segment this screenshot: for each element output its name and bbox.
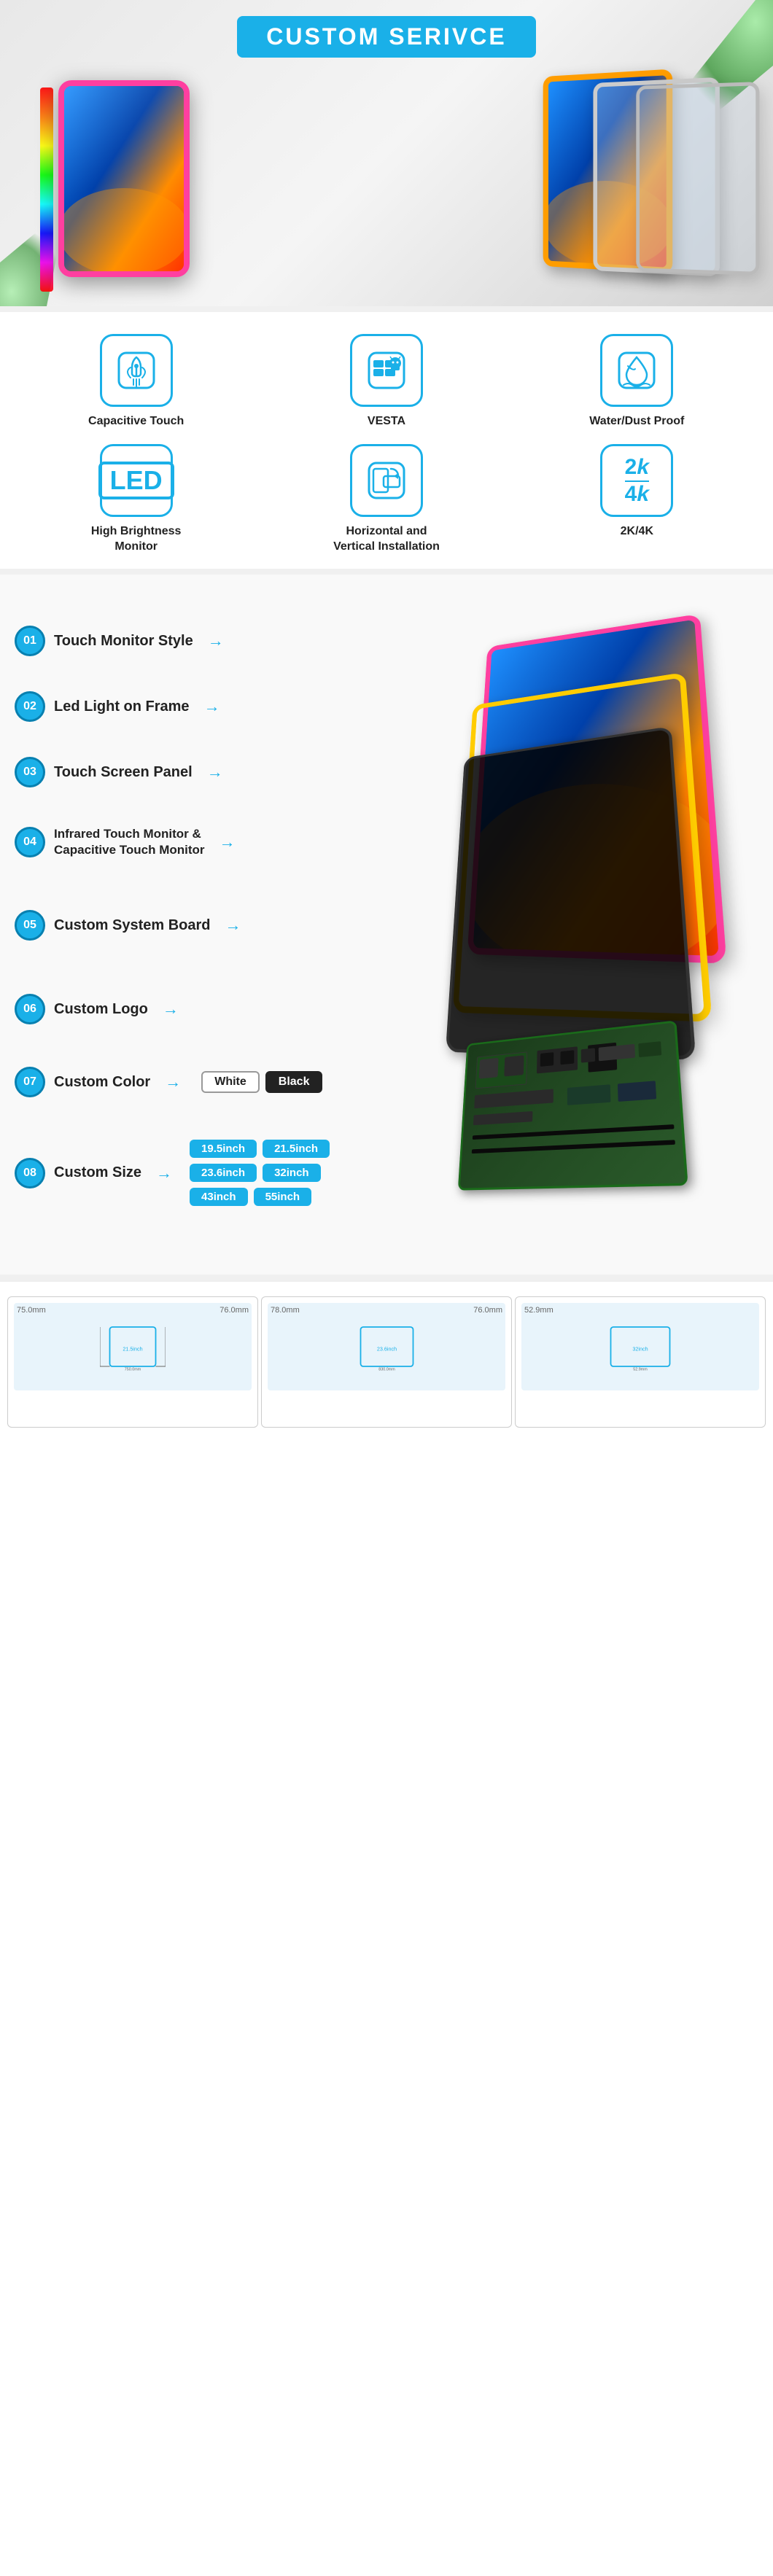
item-arrow-06: →: [163, 1000, 179, 1019]
exploded-inner: 01 Touch Monitor Style → 02 Led Light on…: [0, 596, 773, 1253]
device-layer-touch: [446, 726, 696, 1060]
item-arrow-08: →: [156, 1164, 172, 1183]
dim-svg-2: 23.6inch 830.0mm: [351, 1320, 423, 1373]
svg-text:23.6inch: 23.6inch: [376, 1346, 396, 1353]
vesta-icon: [363, 347, 410, 394]
item-label-03: Touch Screen Panel: [54, 764, 193, 781]
exploded-item-02: 02 Led Light on Frame →: [15, 691, 220, 722]
water-dust-label: Water/Dust Proof: [589, 414, 684, 429]
vesta-icon-box: [350, 334, 423, 407]
color-options: White Black: [201, 1071, 322, 1093]
item-number-08: 08: [15, 1158, 45, 1188]
led-icon-box: LED: [100, 444, 173, 517]
svg-text:750.0mm: 750.0mm: [125, 1368, 141, 1372]
rgb-strip: [40, 87, 53, 292]
exploded-item-01: 01 Touch Monitor Style →: [15, 626, 224, 656]
item-number-03: 03: [15, 757, 45, 787]
dim-panel-1: 750.0mm 21.5inch 75.0mm 76.0mm: [7, 1296, 258, 1428]
water-drop-icon: [613, 347, 660, 394]
features-section: Capacitive Touch: [0, 312, 773, 569]
size-options: 19.5inch 21.5inch 23.6inch 32inch 43inch…: [190, 1140, 350, 1206]
svg-text:32inch: 32inch: [632, 1346, 648, 1353]
exploded-item-07: 07 Custom Color → White Black: [15, 1067, 322, 1097]
dim-svg-3: 32inch 52.9mm: [601, 1320, 680, 1373]
resolution-icon-box: 2k 4k: [600, 444, 673, 517]
feature-led-monitor: LED High Brightness Monitor: [15, 444, 257, 555]
water-dust-icon-box: [600, 334, 673, 407]
color-badge-white: White: [201, 1071, 260, 1093]
resolution-icon: 2k 4k: [625, 455, 649, 506]
rotate-icon: [363, 457, 410, 504]
size-badge-55: 55inch: [254, 1188, 312, 1206]
item-number-07: 07: [15, 1067, 45, 1097]
size-badge-195: 19.5inch: [190, 1140, 257, 1158]
size-badge-43: 43inch: [190, 1188, 248, 1206]
resolution-label: 2K/4K: [621, 524, 653, 540]
size-badge-215: 21.5inch: [263, 1140, 330, 1158]
installation-label: Horizontal and Vertical Installation: [333, 524, 440, 555]
item-label-05: Custom System Board: [54, 917, 211, 934]
item-arrow-02: →: [204, 697, 220, 716]
item-label-02: Led Light on Frame: [54, 699, 190, 715]
exploded-item-06: 06 Custom Logo →: [15, 994, 179, 1024]
tablet-body: [58, 80, 190, 277]
feature-capacitive-touch: Capacitive Touch: [15, 334, 257, 429]
hero-title-wrap: CUSTOM SERIVCE: [237, 16, 535, 58]
hero-section: CUSTOM SERIVCE: [0, 0, 773, 306]
exploded-device: [408, 611, 758, 1238]
led-icon: LED: [98, 462, 174, 499]
frame-panel-3: [636, 82, 759, 276]
touch-icon: [113, 347, 160, 394]
hero-title: CUSTOM SERIVCE: [266, 23, 506, 50]
item-number-02: 02: [15, 691, 45, 722]
size-badge-32: 32inch: [263, 1164, 321, 1182]
features-grid: Capacitive Touch: [15, 334, 758, 554]
item-label-01: Touch Monitor Style: [54, 633, 193, 650]
dim-panel-3: 32inch 52.9mm 52.9mm: [515, 1296, 766, 1428]
hero-image-area: [0, 44, 773, 306]
feature-water-dust: Water/Dust Proof: [516, 334, 758, 429]
item-arrow-04: →: [220, 833, 236, 852]
feature-installation: Horizontal and Vertical Installation: [265, 444, 508, 555]
item-label-07: Custom Color: [54, 1074, 150, 1091]
item-arrow-07: →: [165, 1073, 181, 1092]
section-divider-2: [0, 569, 773, 575]
device-layer-board: [458, 1021, 688, 1191]
item-number-06: 06: [15, 994, 45, 1024]
feature-vesta: VESTA: [265, 334, 508, 429]
capacitive-touch-icon-box: [100, 334, 173, 407]
exploded-item-04: 04 Infrared Touch Monitor &Capacitive To…: [15, 826, 236, 858]
item-number-01: 01: [15, 626, 45, 656]
installation-icon-box: [350, 444, 423, 517]
led-monitor-label: High Brightness Monitor: [91, 524, 182, 555]
exploded-section: 01 Touch Monitor Style → 02 Led Light on…: [0, 575, 773, 1275]
dim-svg-1: 750.0mm 21.5inch: [100, 1320, 166, 1373]
item-label-06: Custom Logo: [54, 1001, 148, 1018]
capacitive-touch-label: Capacitive Touch: [88, 414, 184, 429]
exploded-item-03: 03 Touch Screen Panel →: [15, 757, 223, 787]
section-divider-1: [0, 306, 773, 312]
svg-text:830.0mm: 830.0mm: [378, 1368, 395, 1372]
svg-text:21.5inch: 21.5inch: [123, 1346, 142, 1353]
item-arrow-05: →: [225, 916, 241, 935]
item-label-08: Custom Size: [54, 1164, 141, 1181]
dimensions-section: 750.0mm 21.5inch 75.0mm 76.0mm 23.6inch …: [0, 1280, 773, 1435]
item-number-05: 05: [15, 910, 45, 941]
tablet-left: [58, 80, 204, 292]
exploded-item-08: 08 Custom Size → 19.5inch 21.5inch 23.6i…: [15, 1140, 350, 1206]
size-badge-236: 23.6inch: [190, 1164, 257, 1182]
item-number-04: 04: [15, 827, 45, 857]
svg-text:52.9mm: 52.9mm: [633, 1368, 648, 1372]
frame-panels: [496, 73, 729, 292]
exploded-item-05: 05 Custom System Board →: [15, 910, 241, 941]
item-arrow-03: →: [207, 763, 223, 782]
color-badge-black: Black: [265, 1071, 323, 1093]
feature-resolution: 2k 4k 2K/4K: [516, 444, 758, 555]
item-arrow-01: →: [208, 631, 224, 650]
dim-panel-2: 23.6inch 830.0mm 78.0mm 76.0mm: [261, 1296, 512, 1428]
vesta-label: VESTA: [368, 414, 405, 429]
item-label-04: Infrared Touch Monitor &Capacitive Touch…: [54, 826, 205, 858]
section-divider-3: [0, 1275, 773, 1280]
